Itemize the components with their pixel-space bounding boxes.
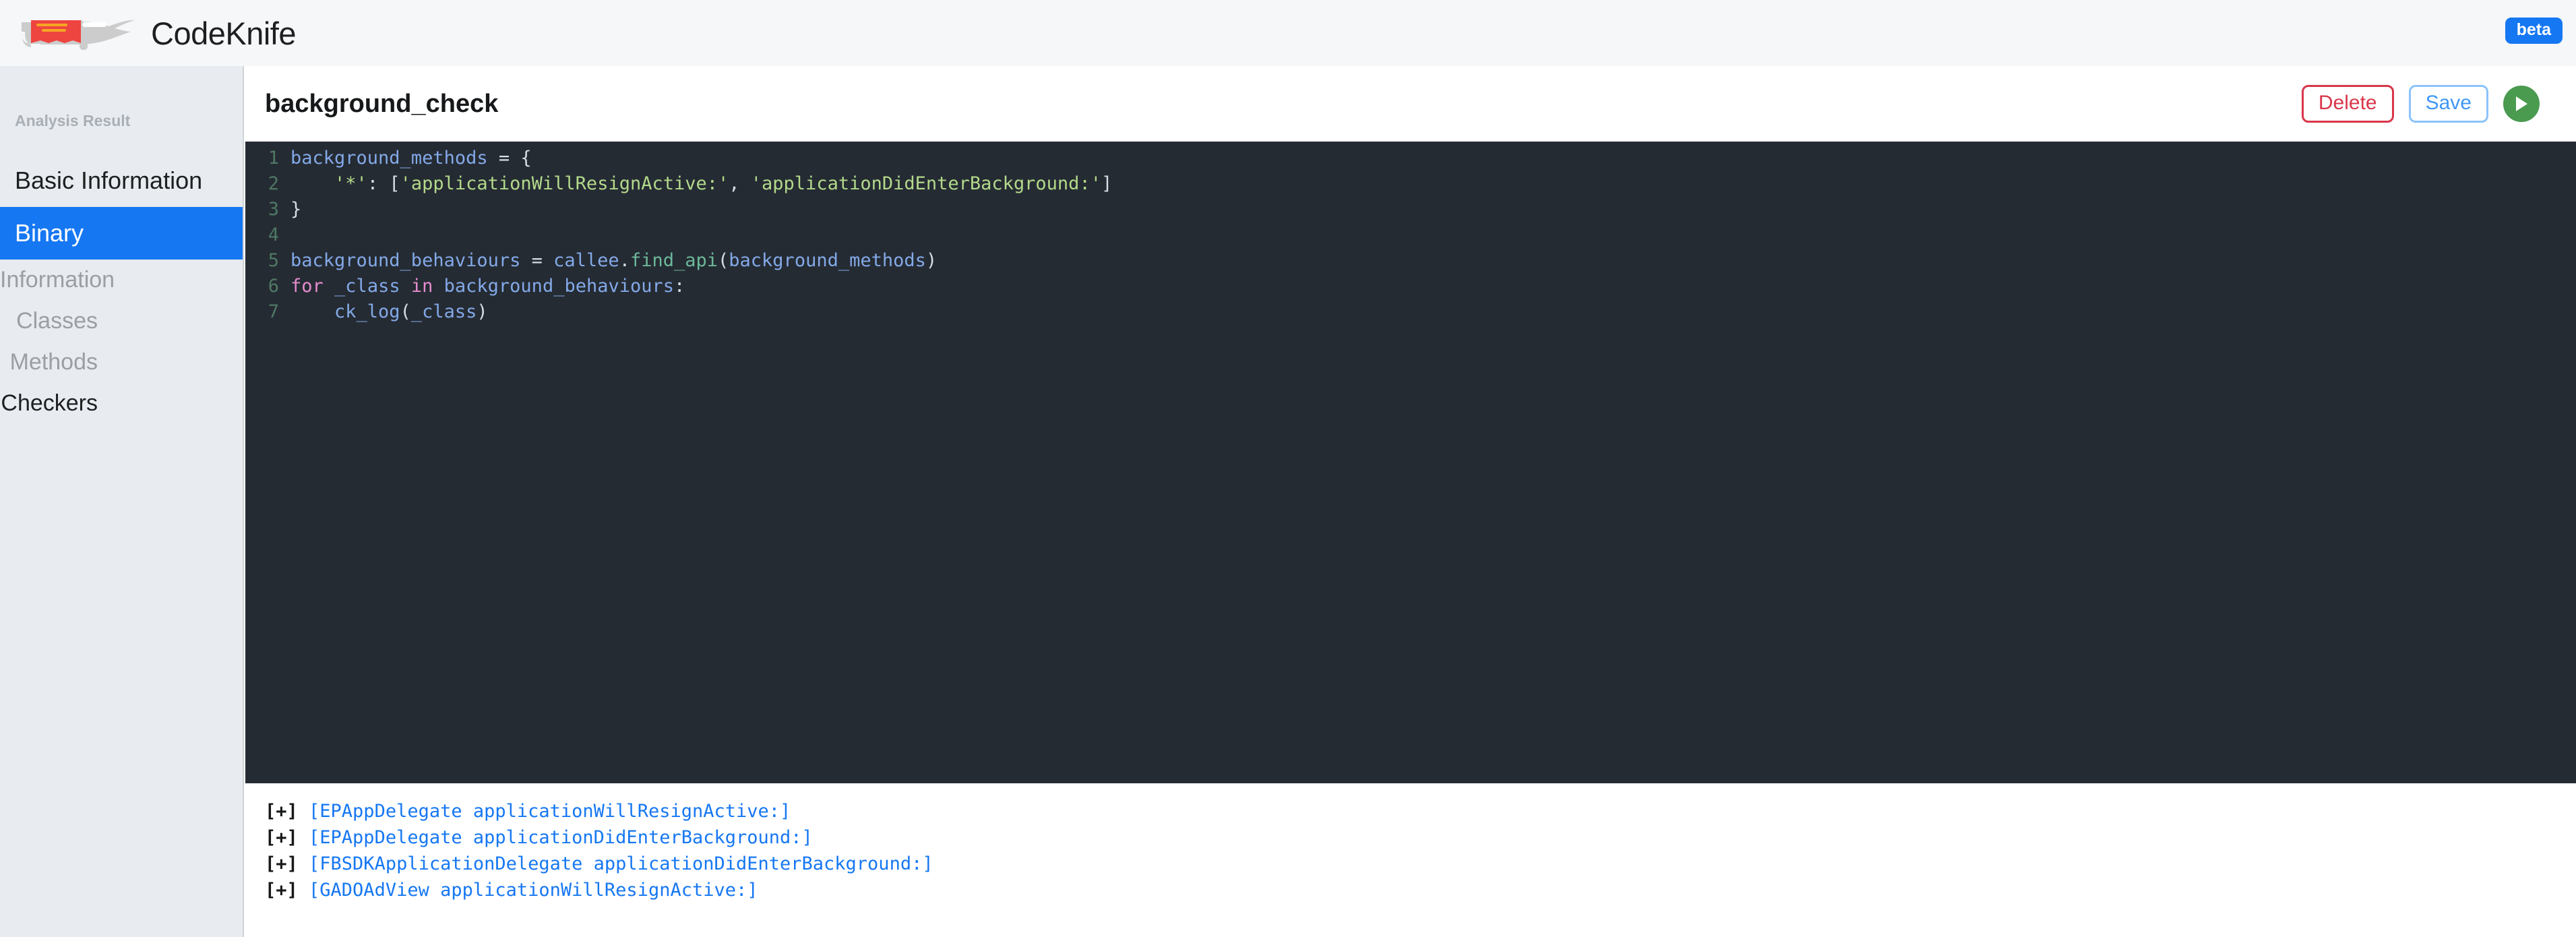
- code-token: 'applicationWillResignActive:': [400, 173, 729, 194]
- sidebar-caption: Analysis Result: [15, 112, 131, 129]
- content-header: background_check Delete Save: [245, 66, 2576, 142]
- console-line-prefix: [+]: [265, 853, 309, 874]
- sidebar-item-binary[interactable]: Binary: [0, 207, 243, 260]
- brand-name: CodeKnife: [151, 15, 297, 51]
- console-line-text: [FBSDKApplicationDelegate applicationDid…: [309, 853, 933, 874]
- code-line-content: ck_log(_class): [290, 301, 488, 322]
- code-token: = {: [487, 148, 532, 169]
- beta-badge: beta: [2505, 18, 2563, 44]
- code-line: 6 for _class in background_behaviours:: [245, 276, 2576, 301]
- sidebar: Analysis Result Basic Information Binary…: [0, 66, 244, 937]
- code-token: callee: [553, 250, 619, 271]
- code-token: ): [925, 250, 938, 271]
- line-number: 2: [268, 173, 279, 194]
- sidebar-item-basic-information[interactable]: Basic Information: [0, 154, 243, 207]
- line-number: 5: [268, 250, 279, 271]
- code-line-content: '*': ['applicationWillResignActive:', 'a…: [290, 173, 1112, 194]
- line-number: 3: [268, 199, 279, 220]
- code-line-content: for _class in background_behaviours:: [290, 276, 685, 297]
- sidebar-subitem-information[interactable]: Information: [0, 260, 243, 301]
- console-line-prefix: [+]: [265, 827, 309, 848]
- console-line: [+] [FBSDKApplicationDelegate applicatio…: [265, 853, 2576, 880]
- code-token: ]: [1101, 173, 1113, 194]
- code-line-content: }: [290, 199, 301, 220]
- code-lines: 1 background_methods = {2 '*': ['applicat…: [245, 148, 2576, 327]
- save-button[interactable]: Save: [2408, 85, 2488, 123]
- code-token: =: [520, 250, 554, 271]
- code-line: 5 background_behaviours = callee.find_api…: [245, 250, 2576, 276]
- code-token: ck_log: [334, 301, 400, 322]
- code-token: ): [477, 301, 488, 322]
- code-token: for: [290, 276, 324, 297]
- play-icon: [2516, 96, 2527, 111]
- console-line: [+] [GADOAdView applicationWillResignAct…: [265, 880, 2576, 906]
- code-token: background_methods: [290, 148, 488, 169]
- line-number: 4: [268, 224, 279, 245]
- code-token: (: [400, 301, 411, 322]
- page-title: background_check: [265, 89, 499, 118]
- app-header: CodeKnife beta: [0, 0, 2576, 66]
- console-line-text: [EPAppDelegate applicationWillResignActi…: [309, 801, 791, 822]
- code-token: in: [410, 276, 433, 297]
- code-token: background_behaviours: [290, 250, 521, 271]
- code-token: 'applicationDidEnterBackground:': [750, 173, 1101, 194]
- code-token: }: [290, 199, 302, 220]
- console-line: [+] [EPAppDelegate applicationWillResign…: [265, 801, 2576, 827]
- code-token: :: [674, 276, 685, 297]
- code-token: background_methods: [729, 250, 926, 271]
- line-number: 6: [268, 276, 279, 297]
- code-line-content: background_methods = {: [290, 148, 532, 169]
- code-token: (: [718, 250, 729, 271]
- sidebar-subitem-checkers[interactable]: Checkers: [0, 383, 243, 424]
- sidebar-subitem-methods[interactable]: Methods: [0, 342, 243, 383]
- code-token: ,: [729, 173, 751, 194]
- console-line-prefix: [+]: [265, 880, 309, 901]
- code-token: .: [619, 250, 630, 271]
- code-line: 1 background_methods = {: [245, 148, 2576, 173]
- code-line: 3}: [245, 199, 2576, 224]
- code-line: 2 '*': ['applicationWillResignActive:', …: [245, 173, 2576, 199]
- swiss-army-knife-icon: [22, 20, 135, 51]
- code-token: find_api: [630, 250, 718, 271]
- code-token: _class: [334, 276, 400, 297]
- code-token: '*': [334, 173, 367, 194]
- console-output: [+] [EPAppDelegate applicationWillResign…: [245, 783, 2576, 937]
- code-line-content: background_behaviours = callee.find_api(…: [290, 250, 937, 271]
- line-number: 7: [268, 301, 279, 322]
- run-button[interactable]: [2503, 86, 2540, 122]
- code-token: background_behaviours: [443, 276, 675, 297]
- console-lines: [+] [EPAppDelegate applicationWillResign…: [245, 801, 2576, 906]
- code-line: 7 ck_log(_class): [245, 301, 2576, 327]
- console-line: [+] [EPAppDelegate applicationDidEnterBa…: [265, 827, 2576, 853]
- code-token: _class: [410, 301, 477, 322]
- delete-button[interactable]: Delete: [2301, 85, 2394, 123]
- code-token: : [: [367, 173, 400, 194]
- header-actions: Delete Save: [2301, 85, 2540, 123]
- code-editor[interactable]: 1 background_methods = {2 '*': ['applicat…: [245, 142, 2576, 783]
- sidebar-subitem-classes[interactable]: Classes: [0, 301, 243, 342]
- code-line: 4: [245, 224, 2576, 250]
- console-line-text: [EPAppDelegate applicationDidEnterBackgr…: [309, 827, 813, 848]
- console-line-prefix: [+]: [265, 801, 309, 822]
- line-number: 1: [268, 148, 279, 169]
- brand[interactable]: CodeKnife: [12, 13, 297, 53]
- console-line-text: [GADOAdView applicationWillResignActive:…: [309, 880, 758, 901]
